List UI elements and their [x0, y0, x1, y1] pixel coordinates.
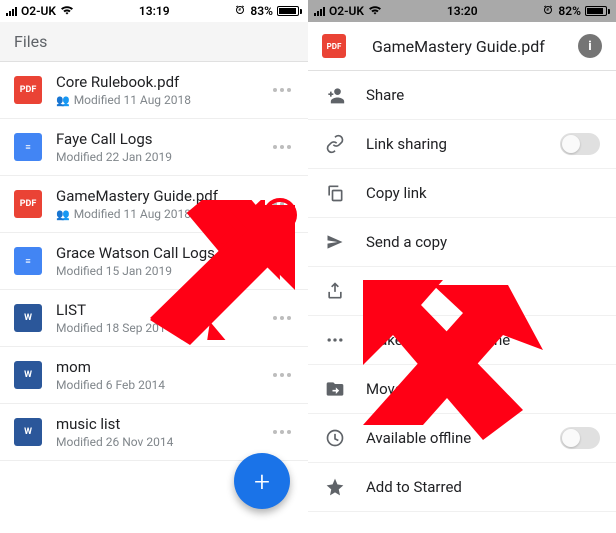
star-icon [324, 476, 346, 498]
shared-icon: 👥 [56, 94, 70, 107]
sheet-item-move[interactable]: Move [308, 365, 616, 414]
status-bar: O2-UK 13:20 82% [308, 0, 616, 22]
carrier-label: O2-UK [329, 4, 364, 18]
file-row-grace-watson[interactable]: ≡ Grace Watson Call Logs Modified 15 Jan… [0, 233, 308, 290]
battery-icon [585, 6, 610, 16]
sheet-item-send-copy[interactable]: Send a copy [308, 218, 616, 267]
word-icon: W [14, 418, 42, 446]
doc-icon: ≡ [14, 247, 42, 275]
dots-icon [324, 329, 346, 351]
link-icon [324, 133, 346, 155]
pdf-icon: PDF [322, 34, 346, 58]
file-modified: Modified 18 Sep 2014 [56, 321, 172, 335]
status-bar: O2-UK 13:19 83% [0, 0, 308, 22]
file-row-mom[interactable]: W mom Modified 6 Feb 2014 [0, 347, 308, 404]
file-name: Grace Watson Call Logs [56, 244, 264, 262]
sheet-label: Add to Starred [366, 478, 600, 496]
sheet-list: Share Link sharing Copy link Send a copy [308, 71, 616, 533]
sheet-item-link-sharing[interactable]: Link sharing [308, 120, 616, 169]
word-icon: W [14, 304, 42, 332]
more-button[interactable] [264, 414, 300, 450]
more-button[interactable] [264, 357, 300, 393]
alarm-icon [542, 4, 554, 19]
sheet-title: GameMastery Guide.pdf [372, 37, 566, 56]
signal-icon [314, 6, 325, 16]
offline-icon [324, 427, 346, 449]
shared-icon: 👥 [56, 208, 70, 221]
send-icon [324, 231, 346, 253]
more-button[interactable] [264, 243, 300, 279]
file-name: Faye Call Logs [56, 130, 264, 148]
sheet-item-copy-link[interactable]: Copy link [308, 169, 616, 218]
file-modified: Modified 15 Jan 2019 [56, 264, 172, 278]
sheet-item-available-offline[interactable]: Available offline [308, 414, 616, 463]
sheet-label: Move [366, 380, 600, 398]
more-button[interactable] [264, 300, 300, 336]
sheet-label: Open in [366, 282, 600, 300]
folder-move-icon [324, 378, 346, 400]
file-modified: Modified 11 Aug 2018 [74, 93, 191, 107]
file-name: GameMastery Guide.pdf [56, 187, 264, 205]
open-in-icon [324, 280, 346, 302]
file-row-gamemastery[interactable]: PDF GameMastery Guide.pdf 👥 Modified 11 A… [0, 176, 308, 233]
file-modified: Modified 22 Jan 2019 [56, 150, 172, 164]
sheet-label: Make available offline [366, 331, 600, 349]
toggle-link-sharing[interactable] [560, 133, 600, 155]
share-person-icon [324, 84, 346, 106]
phone-right: O2-UK 13:20 82% PDF GameMastery Guide.pd… [308, 0, 616, 533]
toggle-available-offline[interactable] [560, 427, 600, 449]
sheet-label: Send a copy [366, 233, 600, 251]
battery-pct: 83% [250, 4, 273, 18]
sheet-label: Share [366, 86, 600, 104]
alarm-icon [234, 4, 246, 19]
pdf-icon: PDF [14, 190, 42, 218]
pdf-icon: PDF [14, 76, 42, 104]
files-header: Files [0, 22, 308, 62]
battery-pct: 82% [558, 4, 581, 18]
wifi-icon [60, 4, 74, 18]
doc-icon: ≡ [14, 133, 42, 161]
file-name: LIST [56, 301, 264, 319]
battery-icon [277, 6, 302, 16]
signal-icon [6, 6, 17, 16]
more-button[interactable] [264, 129, 300, 165]
file-row-core-rulebook[interactable]: PDF Core Rulebook.pdf 👥 Modified 11 Aug 2… [0, 62, 308, 119]
file-name: mom [56, 358, 264, 376]
file-modified: Modified 6 Feb 2014 [56, 378, 165, 392]
clock: 13:19 [139, 4, 170, 18]
file-name: Core Rulebook.pdf [56, 73, 264, 91]
clock: 13:20 [447, 4, 478, 18]
info-button[interactable]: i [578, 34, 602, 58]
sheet-item-add-starred[interactable]: Add to Starred [308, 463, 616, 512]
wifi-icon [368, 4, 382, 18]
file-modified: Modified 26 Nov 2014 [56, 435, 173, 449]
sheet-header: PDF GameMastery Guide.pdf i [308, 22, 616, 71]
fab-add[interactable]: + [234, 453, 290, 509]
file-row-faye-call-logs[interactable]: ≡ Faye Call Logs Modified 22 Jan 2019 [0, 119, 308, 176]
more-button[interactable] [264, 186, 300, 222]
file-row-list[interactable]: W LIST Modified 18 Sep 2014 [0, 290, 308, 347]
carrier-label: O2-UK [21, 4, 56, 18]
word-icon: W [14, 361, 42, 389]
sheet-label: Available offline [366, 429, 540, 447]
sheet-label: Copy link [366, 184, 600, 202]
sheet-item-make-available[interactable]: Make available offline [308, 316, 616, 365]
sheet-label: Link sharing [366, 135, 540, 153]
sheet-item-open-in[interactable]: Open in [308, 267, 616, 316]
sheet-item-share[interactable]: Share [308, 71, 616, 120]
phone-left: O2-UK 13:19 83% Files PDF Core Rulebook.… [0, 0, 308, 533]
copy-icon [324, 182, 346, 204]
file-name: music list [56, 415, 264, 433]
file-modified: Modified 11 Aug 2018 [74, 207, 191, 221]
more-button[interactable] [264, 72, 300, 108]
